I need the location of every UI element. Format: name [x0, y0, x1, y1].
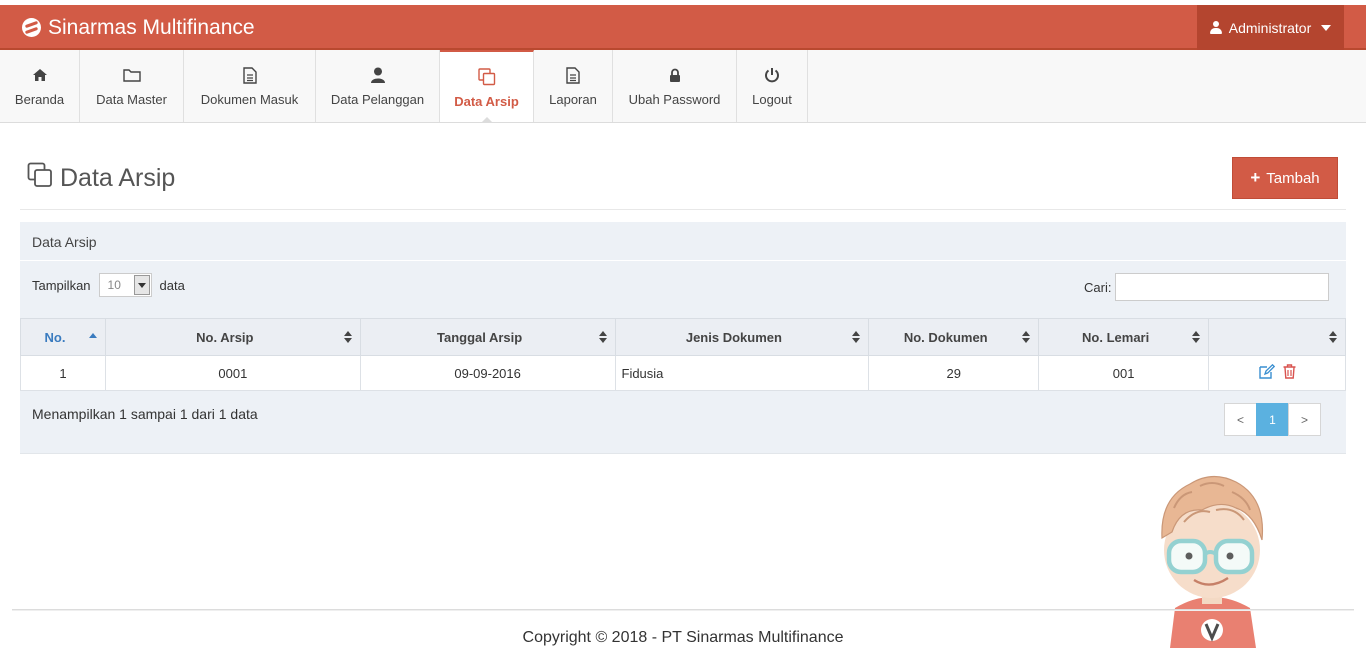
panel-heading: Data Arsip — [20, 222, 1346, 261]
archive-panel: Data Arsip Tampilkan 10 data Cari: No. N… — [20, 222, 1346, 454]
page-length-value: 10 — [107, 278, 121, 292]
delete-icon[interactable] — [1283, 364, 1296, 382]
length-suffix: data — [159, 277, 185, 293]
cell-tanggal-arsip: 09-09-2016 — [359, 355, 616, 391]
home-icon — [32, 65, 48, 85]
sort-icon — [1022, 331, 1031, 343]
cell-no-dokumen: 29 — [868, 355, 1040, 391]
column-header-label: No. Dokumen — [903, 329, 988, 345]
column-header-no-arsip[interactable]: No. Arsip — [104, 318, 361, 356]
sort-icon — [1192, 331, 1201, 343]
menu-label: Logout — [752, 92, 792, 107]
menu-label: Data Pelanggan — [330, 92, 425, 107]
column-header-no-dokumen[interactable]: No. Dokumen — [868, 318, 1040, 356]
sort-asc-icon — [88, 331, 97, 343]
menu-item-data-master[interactable]: Data Master — [80, 50, 184, 122]
user-menu-dropdown[interactable]: Administrator — [1197, 5, 1344, 50]
column-header-no[interactable]: No. — [20, 318, 106, 356]
column-header-label: No. Lemari — [1082, 329, 1150, 345]
sort-icon — [1329, 331, 1337, 343]
search-control: Cari: — [1084, 273, 1330, 301]
cell-actions — [1208, 355, 1346, 391]
dropdown-arrow-icon[interactable] — [133, 275, 150, 295]
footer-divider — [12, 609, 1354, 611]
copy-icon — [27, 162, 53, 195]
main-menu: Beranda Data Master Dokumen Masuk Data P… — [0, 50, 1366, 123]
menu-label: Laporan — [549, 92, 597, 107]
footer-copyright: Copyright © 2018 - PT Sinarmas Multifina… — [522, 629, 844, 646]
page-length-select[interactable]: 10 — [98, 273, 152, 297]
add-button[interactable]: + Tambah — [1232, 157, 1338, 199]
user-menu-label: Administrator — [1228, 19, 1312, 36]
menu-item-data-pelanggan[interactable]: Data Pelanggan — [316, 50, 440, 122]
pagination-prev-button[interactable]: < — [1224, 403, 1257, 436]
cell-no-lemari: 001 — [1038, 355, 1210, 391]
menu-label: Beranda — [14, 92, 65, 107]
brand[interactable]: Sinarmas Multifinance — [22, 5, 255, 50]
pagination: < 1 > — [1224, 403, 1321, 436]
column-header-no-lemari[interactable]: No. Lemari — [1038, 318, 1210, 356]
plus-icon: + — [1250, 168, 1261, 187]
row-actions — [1215, 363, 1339, 382]
add-button-label: Tambah — [1266, 169, 1320, 187]
page-header: Data Arsip + Tambah — [20, 150, 1346, 210]
column-header-label: No. Arsip — [196, 329, 254, 345]
page-title-text: Data Arsip — [60, 164, 176, 192]
column-header-label: Jenis Dokumen — [685, 329, 782, 345]
column-header-label: No. — [44, 329, 66, 345]
menu-item-ubah-password[interactable]: Ubah Password — [613, 50, 737, 122]
table-row: 1 0001 09-09-2016 Fidusia 29 001 — [20, 355, 1346, 391]
brand-logo-icon — [22, 18, 41, 37]
search-label: Cari: — [1084, 279, 1112, 295]
mascot-illustration — [1150, 468, 1275, 648]
menu-label: Data Master — [96, 92, 167, 107]
table-info: Menampilkan 1 sampai 1 dari 1 data — [32, 406, 258, 422]
sort-icon — [852, 331, 861, 343]
column-header-jenis-dokumen[interactable]: Jenis Dokumen — [614, 318, 870, 356]
menu-item-dokumen-masuk[interactable]: Dokumen Masuk — [184, 50, 316, 122]
menu-label: Ubah Password — [628, 92, 721, 107]
menu-item-data-arsip[interactable]: Data Arsip — [440, 50, 534, 123]
user-icon — [1209, 21, 1222, 34]
document-icon — [566, 65, 580, 85]
search-input[interactable] — [1115, 273, 1330, 301]
document-icon — [242, 65, 257, 85]
page-length-control: Tampilkan 10 data — [32, 273, 185, 297]
menu-item-logout[interactable]: Logout — [737, 50, 808, 122]
brand-name: Sinarmas Multifinance — [48, 15, 255, 39]
page-title: Data Arsip — [27, 162, 175, 195]
pagination-next-button[interactable]: > — [1288, 403, 1321, 436]
column-header-actions[interactable] — [1208, 318, 1346, 356]
archive-table: No. No. Arsip Tanggal Arsip Jenis Dokume… — [20, 318, 1346, 391]
user-icon — [370, 65, 385, 85]
sort-icon — [598, 331, 607, 343]
cell-no: 1 — [20, 355, 106, 391]
cell-no-arsip: 0001 — [104, 355, 361, 391]
column-header-tanggal-arsip[interactable]: Tanggal Arsip — [359, 318, 616, 356]
column-header-label: Tanggal Arsip — [436, 329, 523, 345]
copy-icon — [477, 67, 496, 87]
folder-icon — [122, 65, 141, 85]
menu-item-laporan[interactable]: Laporan — [534, 50, 613, 122]
pagination-page-button[interactable]: 1 — [1256, 403, 1289, 436]
menu-label: Data Arsip — [454, 94, 519, 109]
top-navbar: Sinarmas Multifinance Administrator — [0, 5, 1366, 50]
edit-icon[interactable] — [1258, 363, 1275, 382]
cell-jenis-dokumen: Fidusia — [614, 355, 870, 391]
menu-item-beranda[interactable]: Beranda — [0, 50, 80, 122]
caret-down-icon — [1321, 24, 1332, 31]
length-prefix: Tampilkan — [32, 277, 91, 293]
menu-label: Dokumen Masuk — [200, 92, 299, 107]
table-header-row: No. No. Arsip Tanggal Arsip Jenis Dokume… — [20, 318, 1346, 356]
lock-icon — [669, 65, 681, 85]
power-icon — [764, 65, 780, 85]
sort-icon — [343, 331, 352, 343]
panel-title: Data Arsip — [32, 234, 97, 250]
